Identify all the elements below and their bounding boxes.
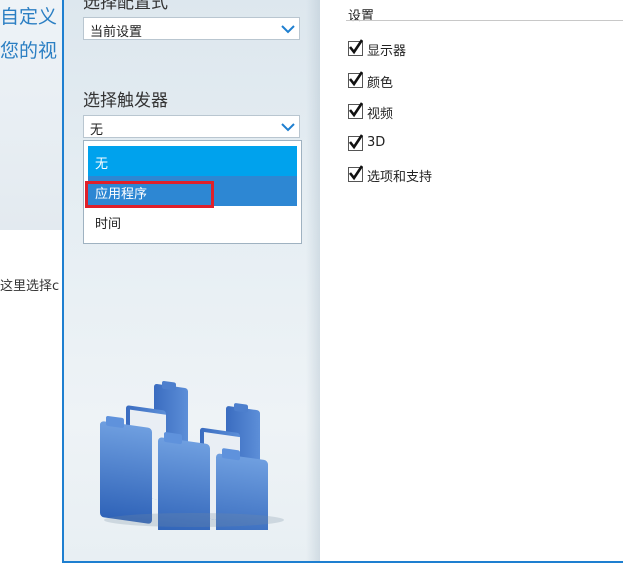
checkmark-icon bbox=[348, 39, 364, 55]
checkmark-icon bbox=[348, 134, 364, 150]
profile-label: 选择配置式 bbox=[83, 0, 168, 13]
profile-select-value: 当前设置 bbox=[90, 25, 143, 40]
settings-title: 设置 bbox=[348, 9, 375, 24]
trigger-option-label: 无 bbox=[95, 157, 109, 172]
profile-select[interactable]: 当前设置 bbox=[83, 17, 300, 40]
settings-divider bbox=[346, 20, 623, 21]
background-hero-line-1: 自定义 bbox=[0, 6, 58, 28]
background-hero-line-2: 您的视 bbox=[0, 40, 58, 62]
background-hero: 自定义 您的视 bbox=[0, 0, 70, 230]
settings-item-label: 视频 bbox=[367, 107, 394, 122]
folders-illustration bbox=[100, 381, 284, 530]
settings-item-label: 颜色 bbox=[367, 76, 394, 91]
checkmark-icon bbox=[348, 102, 364, 118]
checkmark-icon bbox=[348, 71, 364, 87]
checkbox[interactable] bbox=[348, 102, 364, 119]
settings-panel: 设置 显示器 颜色 视频 3D 选项和支持 bbox=[320, 0, 623, 561]
settings-item-label: 显示器 bbox=[367, 44, 407, 59]
profile-dialog: 选择配置式 当前设置 选择触发器 无 无 应用程序 时间 设置 显示器 颜色 视… bbox=[62, 0, 623, 563]
chevron-down-icon bbox=[281, 25, 295, 34]
settings-item-label: 3D bbox=[367, 135, 386, 150]
trigger-option-label: 时间 bbox=[95, 217, 122, 232]
trigger-option-time[interactable]: 时间 bbox=[88, 206, 297, 236]
trigger-option-none[interactable]: 无 bbox=[88, 146, 297, 176]
checkbox[interactable] bbox=[348, 71, 364, 88]
checkbox[interactable] bbox=[348, 39, 364, 56]
checkbox[interactable] bbox=[348, 165, 364, 182]
background-page: 自定义 您的视 这里选择c bbox=[0, 0, 70, 563]
trigger-label: 选择触发器 bbox=[83, 91, 168, 111]
settings-item-label: 选项和支持 bbox=[367, 170, 433, 185]
checkmark-icon bbox=[348, 165, 364, 181]
trigger-select[interactable]: 无 bbox=[83, 115, 300, 138]
background-body-text: 这里选择c bbox=[0, 279, 60, 294]
checkbox[interactable] bbox=[348, 134, 364, 151]
trigger-select-value: 无 bbox=[90, 123, 104, 138]
left-panel: 选择配置式 当前设置 选择触发器 无 无 应用程序 时间 bbox=[64, 0, 320, 561]
annotation-highlight-box bbox=[85, 181, 214, 208]
chevron-down-icon bbox=[281, 123, 295, 132]
